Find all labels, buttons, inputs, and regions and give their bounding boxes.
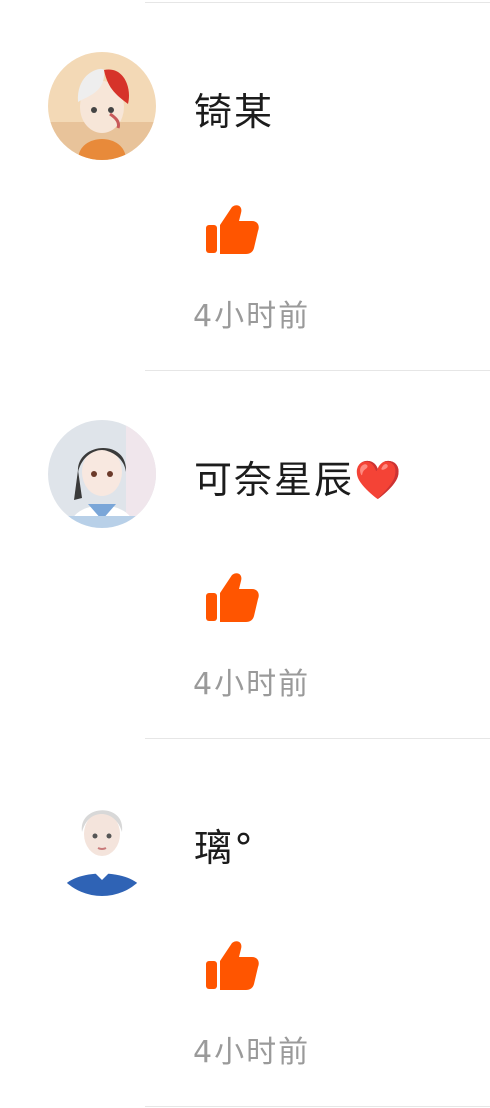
list-item[interactable]: 锜某 4小时前 xyxy=(0,3,490,371)
divider xyxy=(145,1106,490,1107)
timestamp: 4小时前 xyxy=(193,1035,311,1070)
thumbs-up-icon[interactable] xyxy=(204,569,260,625)
avatar[interactable] xyxy=(48,52,156,160)
avatar[interactable] xyxy=(48,420,156,528)
list-item[interactable]: 可奈星辰❤️ 4小时前 xyxy=(0,371,490,739)
username[interactable]: 锜某 xyxy=(194,81,274,136)
username[interactable]: 璃° xyxy=(194,817,255,872)
timestamp: 4小时前 xyxy=(193,299,311,334)
avatar[interactable] xyxy=(48,788,156,896)
thumbs-up-icon[interactable] xyxy=(204,201,260,257)
thumbs-up-icon[interactable] xyxy=(204,937,260,993)
username[interactable]: 可奈星辰❤️ xyxy=(194,449,403,504)
timestamp: 4小时前 xyxy=(193,667,311,702)
list-item[interactable]: 璃° 4小时前 xyxy=(0,739,490,1107)
